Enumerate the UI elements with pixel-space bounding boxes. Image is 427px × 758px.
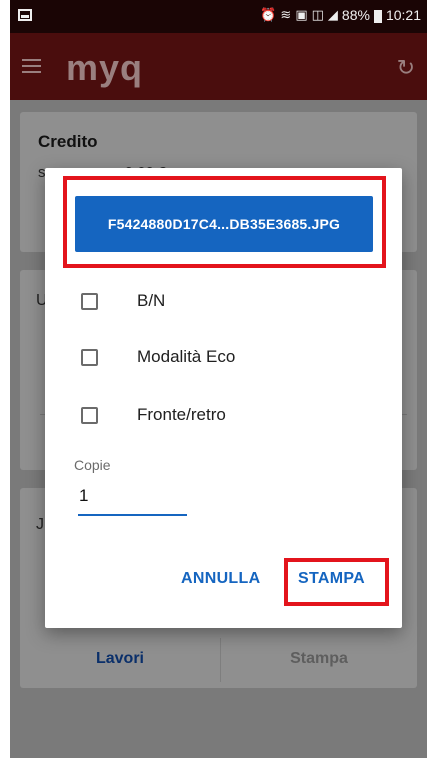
- cancel-button[interactable]: ANNULLA: [181, 570, 260, 588]
- copies-value: 1: [79, 486, 89, 505]
- option-eco-mode[interactable]: Modalità Eco: [81, 342, 235, 372]
- refresh-icon[interactable]: ↻: [397, 55, 415, 81]
- card-heading-partial: J: [36, 516, 44, 533]
- status-bar: ⏰ ≋ ▣ ◫ ◢ 88% 10:21: [10, 0, 427, 33]
- print-dialog: F5424880D17C4...DB35E3685.JPG B/N Modali…: [45, 168, 402, 628]
- card-actions: Lavori Stampa: [20, 638, 417, 682]
- bw-checkbox[interactable]: [81, 292, 98, 310]
- app-logo: myq: [66, 47, 144, 88]
- wifi-icon: ≋: [280, 7, 292, 22]
- option-label: B/N: [137, 291, 166, 310]
- status-icons: ⏰ ≋ ▣ ◫ ◢ 88% 10:21: [260, 7, 421, 23]
- stampa-tab-button[interactable]: Stampa: [221, 650, 417, 668]
- copies-input[interactable]: 1: [78, 484, 187, 516]
- sim-icon: ◫: [311, 7, 324, 22]
- app-bar: myq ↻: [10, 33, 427, 100]
- duplex-checkbox[interactable]: [81, 406, 98, 424]
- lavori-button[interactable]: Lavori: [20, 650, 220, 668]
- eco-mode-checkbox[interactable]: [81, 348, 98, 366]
- option-duplex[interactable]: Fronte/retro: [81, 400, 226, 430]
- phone-screen: ⏰ ≋ ▣ ◫ ◢ 88% 10:21 myq ↻ Credito s.....…: [10, 0, 427, 758]
- hamburger-menu-icon[interactable]: [22, 59, 41, 77]
- nfc-icon: ▣: [295, 7, 308, 22]
- image-icon: [18, 9, 32, 21]
- copies-label: Copie: [74, 457, 111, 473]
- battery-percent: 88%: [341, 7, 370, 23]
- option-label: Fronte/retro: [137, 405, 226, 424]
- highlight-box: [63, 176, 386, 268]
- highlight-box: [284, 558, 389, 606]
- option-label: Modalità Eco: [137, 347, 236, 366]
- clock: 10:21: [385, 7, 421, 23]
- option-bw[interactable]: B/N: [81, 286, 165, 316]
- signal-icon: ◢: [327, 7, 338, 22]
- alarm-icon: ⏰: [260, 7, 277, 22]
- credit-title: Credito: [38, 132, 98, 151]
- battery-icon: [373, 9, 382, 23]
